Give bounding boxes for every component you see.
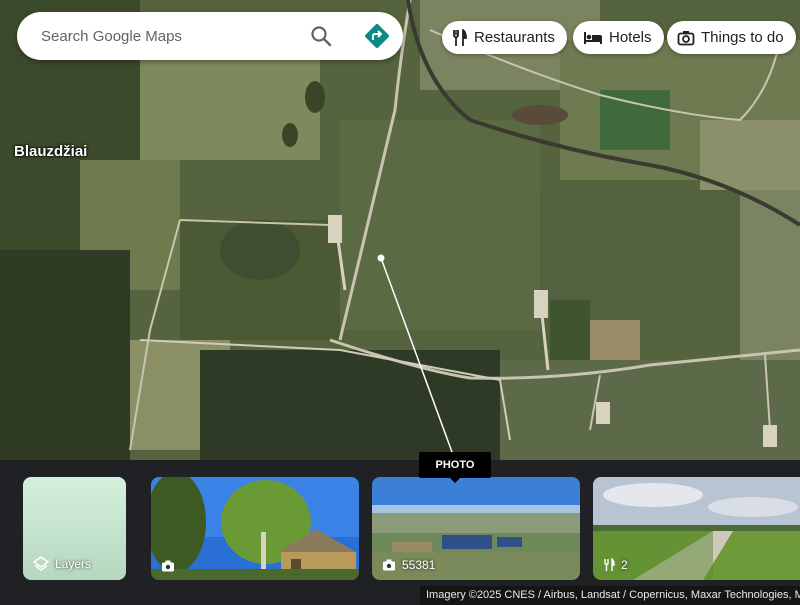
photo-card-road[interactable]: 2 (593, 477, 800, 580)
photo-card-3-count: 2 (621, 558, 628, 572)
photo-card-2-count: 55381 (402, 558, 436, 572)
layers-caption: Layers (33, 556, 91, 572)
fork-knife-icon (604, 558, 615, 571)
photo-card-1-caption (161, 560, 181, 572)
things-to-do-chip[interactable]: Things to do (667, 21, 796, 54)
hotels-label: Hotels (609, 29, 652, 46)
directions-button[interactable] (363, 22, 391, 50)
place-label-blauzdziai[interactable]: Blauzdžiai (14, 143, 87, 160)
photo-card-3-caption: 2 (603, 558, 628, 572)
search-input[interactable] (41, 21, 301, 51)
photo-card-aerial[interactable]: 55381 (372, 477, 580, 580)
restaurants-label: Restaurants (474, 29, 555, 46)
bed-icon (584, 31, 602, 44)
photo-card-2-caption: 55381 (382, 558, 435, 572)
satellite-imagery (0, 0, 800, 460)
directions-icon (365, 24, 389, 48)
search-box (17, 12, 403, 60)
things-to-do-label: Things to do (701, 29, 784, 46)
layers-icon (33, 556, 49, 571)
search-button[interactable] (309, 24, 333, 48)
photo-card-house[interactable] (151, 477, 359, 580)
bottom-photo-panel: Layers 55381 2 (0, 460, 800, 605)
hotels-chip[interactable]: Hotels (573, 21, 664, 54)
satellite-map[interactable] (0, 0, 800, 460)
photo-tooltip-arrow (449, 477, 461, 483)
house-photo (151, 477, 359, 580)
layers-button[interactable]: Layers (23, 477, 126, 580)
restaurants-chip[interactable]: Restaurants (442, 21, 567, 54)
search-icon (311, 26, 332, 47)
camera-icon (383, 559, 395, 571)
photo-tooltip: PHOTO (419, 452, 491, 478)
camera-icon (677, 30, 695, 45)
fork-knife-icon (453, 28, 467, 46)
map-attribution[interactable]: Imagery ©2025 CNES / Airbus, Landsat / C… (420, 586, 800, 605)
layers-label: Layers (55, 557, 92, 571)
camera-icon (162, 560, 174, 572)
